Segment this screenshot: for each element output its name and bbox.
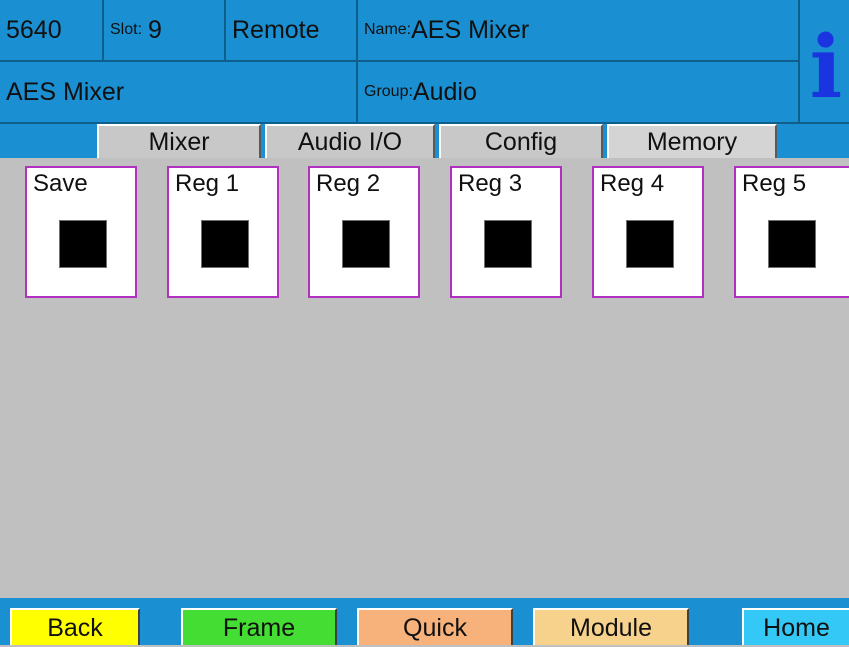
tab-audio-io[interactable]: Audio I/O <box>265 124 435 158</box>
slot-label: Slot: <box>110 21 143 38</box>
slot-label: Save <box>33 170 88 197</box>
module-type: AES Mixer <box>0 62 358 124</box>
memory-slot-reg-4[interactable]: Reg 4 <box>592 166 704 298</box>
tab-config[interactable]: Config <box>439 124 603 158</box>
slot-indicator: Slot: 9 <box>104 0 226 62</box>
memory-slot-save[interactable]: Save <box>25 166 137 298</box>
tab-memory[interactable]: Memory <box>607 124 777 158</box>
module-button[interactable]: Module <box>533 608 689 645</box>
frame-button[interactable]: Frame <box>181 608 337 645</box>
slot-indicator-square <box>484 220 532 268</box>
name-label: Name: <box>364 21 412 38</box>
slot-indicator-square <box>626 220 674 268</box>
group-indicator: Group: Audio <box>358 62 800 124</box>
slot-indicator-square <box>342 220 390 268</box>
back-button[interactable]: Back <box>10 608 140 645</box>
group-value: Audio <box>412 77 477 106</box>
memory-slot-reg-1[interactable]: Reg 1 <box>167 166 279 298</box>
memory-slot-reg-5[interactable]: Reg 5 <box>734 166 849 298</box>
name-value: AES Mixer <box>411 15 530 44</box>
slot-label: Reg 1 <box>175 170 240 197</box>
home-button[interactable]: Home <box>742 608 849 645</box>
slot-label: Reg 4 <box>600 170 665 197</box>
tab-mixer[interactable]: Mixer <box>97 124 261 158</box>
model-number: 5640 <box>0 0 104 62</box>
memory-slot-reg-2[interactable]: Reg 2 <box>308 166 420 298</box>
quick-button[interactable]: Quick <box>357 608 513 645</box>
slot-label: Reg 5 <box>742 170 807 197</box>
slot-indicator-square <box>768 220 816 268</box>
memory-slot-reg-3[interactable]: Reg 3 <box>450 166 562 298</box>
mode-status: Remote <box>226 0 358 62</box>
module-name: Name: AES Mixer <box>358 0 800 62</box>
slot-indicator-square <box>59 220 107 268</box>
slot-indicator-square <box>201 220 249 268</box>
info-icon[interactable]: i <box>806 18 846 118</box>
slot-label: Reg 3 <box>458 170 523 197</box>
slot-label: Reg 2 <box>316 170 381 197</box>
group-label: Group: <box>364 83 413 100</box>
slot-value: 9 <box>148 15 162 44</box>
